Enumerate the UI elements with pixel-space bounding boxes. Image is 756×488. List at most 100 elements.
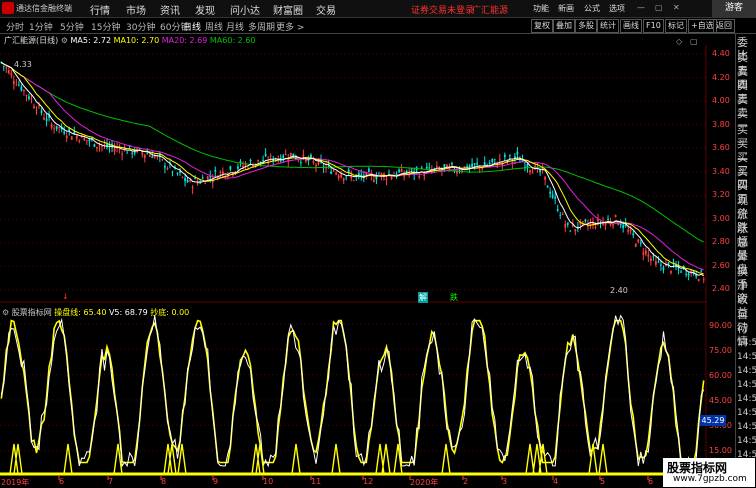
rp-time: 14:5 [737,436,756,446]
candle-body [10,73,13,76]
rp-time: 14:5 [737,366,756,376]
candle-body [632,233,635,236]
jie-marker[interactable]: 解 [418,292,428,303]
candle-body [28,96,30,100]
candle-body [131,152,134,154]
candle-body [126,152,129,154]
candle-body [566,222,569,225]
candle-body [503,154,506,158]
candle-body [476,163,479,165]
candle-body [264,153,267,156]
x-label: 9 [213,477,219,486]
candle-body [680,271,682,273]
candle-body [342,178,345,181]
ind-ytick: 45.00 [709,396,732,405]
indicator-chaodi: 抄底: 0.00 [150,308,190,317]
ytick: 4.00 [712,96,730,105]
x-label: 11 [311,477,322,486]
candle-body [118,148,121,150]
candle-body [237,166,239,169]
candle-body [204,183,207,185]
candle-body [93,144,96,147]
candle-body [70,136,73,140]
candle-body [607,218,609,221]
candle-body [25,94,28,96]
candle-body [390,176,393,179]
candle-body [471,163,473,168]
candle-body [647,254,650,257]
candle-body [153,155,156,158]
high-price-marker: 4.33 [14,60,32,69]
ytick: 2.40 [712,284,730,293]
candle-body [53,128,56,130]
candle-body [559,215,562,216]
ind-ytick: 15.00 [709,446,732,455]
candle-body [201,177,204,179]
x-label: 7 [108,477,114,486]
candle-body [239,161,242,163]
candle-body [35,110,38,112]
candle-body [75,135,78,139]
ytick: 3.20 [712,190,730,199]
ytick: 3.40 [712,167,730,176]
ytick: 3.60 [712,143,730,152]
candle-body [612,224,614,226]
candle-body [5,67,8,69]
candle-body [685,273,688,275]
candle-body [45,118,48,121]
candle-body [581,221,584,223]
candle-body [697,278,700,282]
candle-body [614,215,617,217]
candle-body [40,110,43,113]
ytick: 2.60 [712,261,730,270]
candle-body [257,159,259,162]
candle-body [289,152,292,157]
candle-body [556,209,559,211]
kline-chart[interactable] [0,0,735,487]
candle-body [312,161,315,163]
candle-body [655,261,657,265]
die-marker[interactable]: 跌 [450,292,458,303]
candle-body [531,172,534,174]
candle-body [373,179,375,182]
candle-body [148,154,151,157]
ytick: 4.20 [712,73,730,82]
rp-time: 14:5 [737,408,756,418]
x-label: 2020年 [410,478,439,487]
ytick: 4.40 [712,49,730,58]
candle-body [199,182,202,184]
candle-body [176,172,179,174]
candle-body [219,171,222,173]
candle-body [549,191,552,194]
candle-body [310,154,312,158]
candle-body [423,174,426,177]
candle-body [221,171,224,174]
candle-body [435,166,438,167]
candle-body [526,164,529,168]
candle-body [675,266,677,268]
candle-body [30,98,33,100]
low-price-marker: 2.40 [610,286,628,295]
candle-body [451,162,453,165]
candle-body [43,117,45,120]
current-value-badge: 45.29 [700,415,726,426]
candle-body [491,158,494,162]
indicator-settings-icon[interactable]: ⚙ [2,308,9,317]
candle-body [622,224,625,228]
candle-body [189,180,191,182]
candle-body [493,158,496,160]
candle-body [660,264,662,266]
candle-body [375,176,378,180]
candle-body [302,154,305,157]
event-marker-icon[interactable]: ↓ [62,292,69,301]
candle-body [574,229,577,232]
candle-body [544,176,547,180]
candle-body [446,164,448,167]
rp-time: 14:5 [737,380,756,390]
candle-body [652,255,655,257]
candle-body [23,89,25,92]
candle-body [15,84,18,86]
x-label: 8 [161,477,167,486]
indicator-name[interactable]: 股票指标网 [12,308,52,317]
candle-body [332,170,335,172]
